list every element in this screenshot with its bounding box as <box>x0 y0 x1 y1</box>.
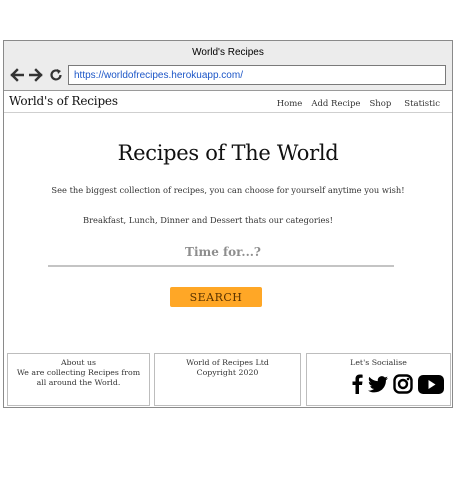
nav-home[interactable]: Home <box>277 99 303 109</box>
forward-arrow-icon[interactable] <box>29 68 43 82</box>
main-nav: Home Add Recipe Shop Statistic <box>268 99 440 109</box>
hero-categories-text: Breakfast, Lunch, Dinner and Dessert tha… <box>82 215 334 225</box>
hero-lead-text: See the biggest collection of recipes, y… <box>51 185 405 195</box>
refresh-icon[interactable] <box>49 68 63 82</box>
about-text: We are collecting Recipes from all aroun… <box>16 368 141 387</box>
search-input[interactable] <box>48 239 398 265</box>
nav-add-recipe[interactable]: Add Recipe <box>311 99 360 109</box>
nav-shop[interactable]: Shop <box>369 99 391 109</box>
twitter-icon[interactable] <box>368 375 388 396</box>
social-icons <box>345 374 450 397</box>
copyright-text: Copyright 2020 <box>196 368 259 377</box>
browser-toolbar <box>4 63 452 91</box>
address-bar[interactable] <box>68 65 446 85</box>
footer-social: Let's Socialise <box>306 353 451 406</box>
site-logo[interactable]: World's of Recipes <box>9 94 118 108</box>
nav-statistic[interactable]: Statistic <box>404 99 440 109</box>
instagram-icon[interactable] <box>393 374 413 397</box>
browser-window: World's Recipes World's of Recipes Home … <box>3 40 453 408</box>
window-title: World's Recipes <box>192 46 264 58</box>
social-title: Let's Socialise <box>350 358 407 367</box>
search-button[interactable]: SEARCH <box>170 287 262 307</box>
back-arrow-icon[interactable] <box>10 68 24 82</box>
footer-about: About us We are collecting Recipes from … <box>7 353 150 406</box>
title-bar: World's Recipes <box>4 41 452 64</box>
search-field <box>48 239 398 267</box>
youtube-icon[interactable] <box>418 374 444 397</box>
site-footer: About us We are collecting Recipes from … <box>4 353 452 408</box>
page-title: Recipes of The World <box>117 141 339 165</box>
facebook-icon[interactable] <box>351 374 363 397</box>
company-name: World of Recipes Ltd <box>186 358 269 367</box>
site-header: World's of Recipes Home Add Recipe Shop … <box>4 91 452 113</box>
url-input[interactable] <box>74 69 445 81</box>
about-title: About us <box>61 358 96 367</box>
footer-company: World of Recipes Ltd Copyright 2020 <box>154 353 301 406</box>
